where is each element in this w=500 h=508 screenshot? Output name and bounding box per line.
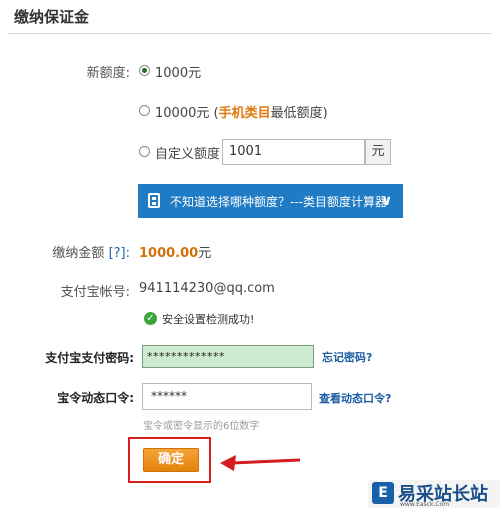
amount-label-group: 缴纳金额 [?]: xyxy=(40,242,130,261)
quota-option-1000-label: 1000元 xyxy=(155,66,202,81)
amount-label: 缴纳金额 xyxy=(52,246,105,261)
account-label: 支付宝帐号: xyxy=(60,285,130,300)
amount-display: 1000.00元 xyxy=(139,242,211,261)
calculator-label: 不知道选择哪种额度？---类目额度计算器 xyxy=(170,195,387,209)
option-prefix: 10000元 ( xyxy=(155,106,219,121)
forgot-password-link[interactable]: 忘记密码? xyxy=(322,349,372,365)
password-field[interactable]: ************* xyxy=(142,345,314,368)
view-dynamic-code-link[interactable]: 查看动态口令? xyxy=(319,390,391,406)
dynamic-code-hint: 宝令或密令显示的6位数字 xyxy=(143,421,260,432)
custom-quota-input[interactable]: 1001 xyxy=(222,139,365,165)
quota-calculator-button[interactable]: 不知道选择哪种额度？---类目额度计算器 ∨ xyxy=(138,184,403,218)
confirm-button[interactable]: 确定 xyxy=(143,448,199,472)
security-ok-text: 安全设置检测成功! xyxy=(162,313,255,326)
custom-quota-label: 自定义额度 xyxy=(155,147,221,162)
watermark-logo: E xyxy=(372,482,394,504)
radio-selected-icon[interactable] xyxy=(139,65,150,76)
radio-icon[interactable] xyxy=(139,105,150,116)
amount-unit: 元 xyxy=(198,246,212,261)
custom-quota-unit: 元 xyxy=(365,139,391,165)
dynamic-code-field[interactable]: ****** xyxy=(142,383,312,410)
calculator-icon xyxy=(148,193,160,208)
option-suffix: 最低额度) xyxy=(270,106,328,121)
watermark-url: www.Easck.Com xyxy=(400,501,450,508)
dynamic-code-label: 宝令动态口令: xyxy=(57,391,134,405)
amount-value: 1000.00 xyxy=(139,246,199,261)
amount-help-link[interactable]: [?]: xyxy=(109,246,130,261)
chevron-down-icon: ∨ xyxy=(381,193,393,209)
arrow-left-icon xyxy=(220,455,301,471)
header-divider xyxy=(8,33,492,34)
password-label: 支付宝支付密码: xyxy=(45,351,134,365)
phone-category-highlight: 手机类目 xyxy=(218,106,271,121)
quota-option-10000-label: 10000元 (手机类目最低额度) xyxy=(155,102,328,121)
new-quota-label: 新额度: xyxy=(86,66,130,81)
radio-icon[interactable] xyxy=(139,146,150,157)
check-icon: ✓ xyxy=(144,312,157,325)
page-title: 缴纳保证金 xyxy=(14,8,90,26)
account-value: 941114230@qq.com xyxy=(139,281,275,296)
